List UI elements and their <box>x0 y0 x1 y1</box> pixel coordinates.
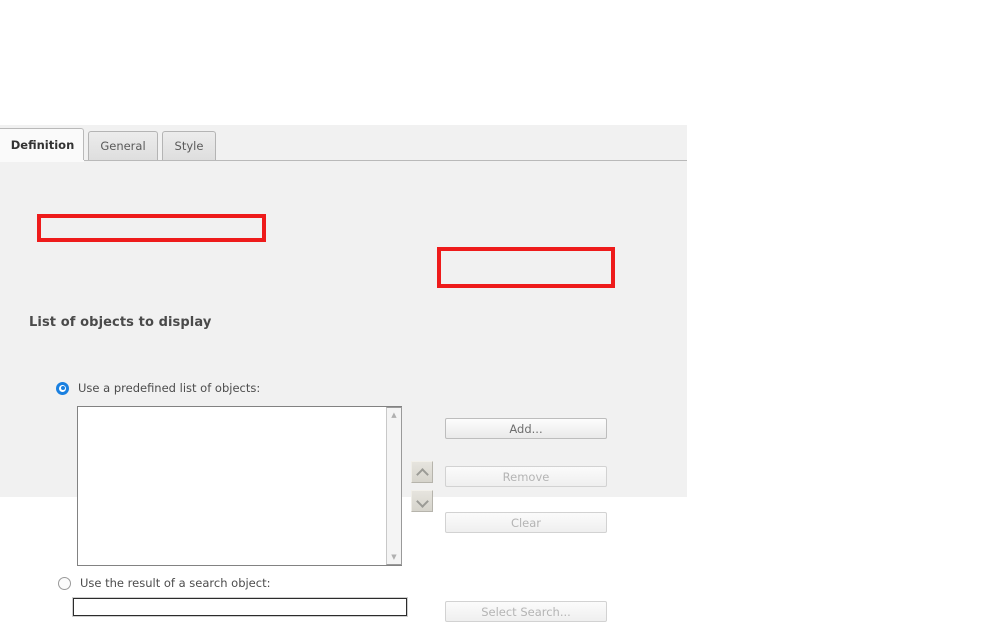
objects-listbox[interactable]: ▲ ▼ <box>77 406 402 566</box>
page-title: List of objects to display <box>29 315 212 330</box>
chevron-up-icon <box>417 469 428 476</box>
add-button-label: Add... <box>509 421 543 436</box>
radio-option-search-result-label: Use the result of a search object: <box>80 576 271 590</box>
tab-definition[interactable]: Definition <box>0 128 84 161</box>
objects-list-items[interactable] <box>78 407 386 565</box>
remove-button-label: Remove <box>502 469 550 484</box>
radio-option-predefined-list[interactable]: Use a predefined list of objects: <box>56 381 260 395</box>
tab-strip: Definition General Style <box>0 125 687 162</box>
radio-selected-icon[interactable] <box>56 381 69 395</box>
search-object-input[interactable] <box>73 598 407 616</box>
definition-tab-content: List of objects to display Use a predefi… <box>0 161 687 622</box>
tab-style[interactable]: Style <box>162 131 216 160</box>
select-search-button: Select Search... <box>445 601 607 622</box>
chevron-down-icon <box>417 498 428 505</box>
move-up-button[interactable] <box>411 461 433 483</box>
tab-style-label: Style <box>174 139 204 153</box>
tab-strip-divider <box>0 160 687 161</box>
tab-general-label: General <box>100 139 146 153</box>
listbox-scrollbar[interactable]: ▲ ▼ <box>386 407 402 565</box>
tab-active-connector <box>0 160 84 162</box>
radio-unselected-icon[interactable] <box>58 576 71 590</box>
radio-option-predefined-list-label: Use a predefined list of objects: <box>78 381 261 395</box>
radio-option-search-result[interactable]: Use the result of a search object: <box>58 576 270 590</box>
tab-general[interactable]: General <box>88 131 158 160</box>
clear-button-label: Clear <box>510 515 542 530</box>
objects-dialog-panel: Definition General Style List of objects… <box>0 125 687 622</box>
tab-definition-label: Definition <box>10 138 75 152</box>
remove-button: Remove <box>445 466 607 487</box>
move-down-button[interactable] <box>411 490 433 512</box>
clear-button: Clear <box>445 512 607 533</box>
select-search-button-label: Select Search... <box>481 604 571 619</box>
add-button[interactable]: Add... <box>445 418 607 439</box>
scroll-up-arrow-icon[interactable]: ▲ <box>387 408 401 422</box>
